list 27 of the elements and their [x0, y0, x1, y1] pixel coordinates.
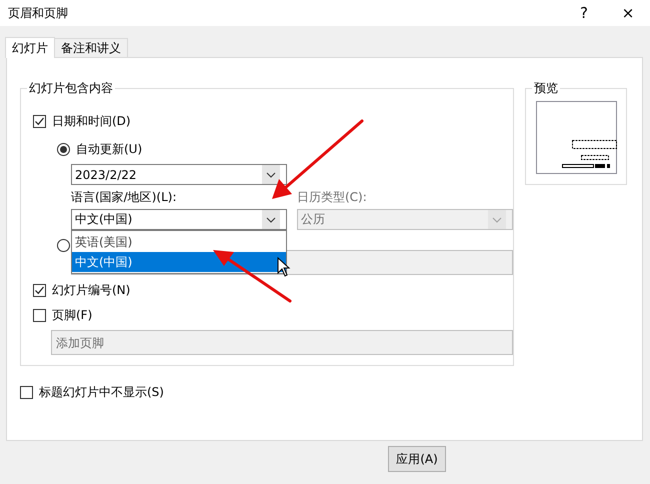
close-button[interactable]: × — [606, 4, 650, 22]
checkbox[interactable] — [20, 386, 33, 398]
window-title: 页眉和页脚 — [8, 4, 69, 22]
group-title: 预览 — [533, 80, 559, 97]
apply-button[interactable]: 应用(A) — [388, 446, 446, 472]
chevron-icon — [262, 165, 280, 184]
chevron-icon — [262, 210, 280, 229]
radio-label: 自动更新(U) — [76, 140, 142, 158]
tab[interactable]: 幻灯片 — [5, 37, 55, 58]
help-button[interactable]: ? — [562, 4, 606, 22]
checkbox[interactable] — [33, 308, 46, 322]
checkbox[interactable] — [33, 284, 46, 296]
dropdown-option[interactable]: 英语(美国) — [72, 232, 286, 252]
checkbox-label: 标题幻灯片中不显示(S) — [39, 384, 164, 400]
checkbox[interactable] — [33, 114, 46, 128]
checkbox-label: 幻灯片编号(N) — [52, 282, 130, 298]
field-label: 日历类型(C): — [297, 189, 368, 206]
field-label: 语言(国家/地区)(L): — [71, 189, 178, 206]
dropdown-option[interactable]: 中文(中国) — [72, 252, 286, 272]
radio-button[interactable] — [57, 142, 70, 156]
chevron-icon — [488, 210, 506, 229]
tab[interactable]: 备注和讲义 — [54, 38, 128, 57]
language-dropdown[interactable]: 中文(中国) — [71, 209, 287, 230]
group-title: 幻灯片包含内容 — [28, 80, 114, 97]
checkbox-label: 日期和时间(D) — [52, 112, 131, 130]
checkbox-label: 页脚(F) — [52, 306, 92, 324]
date-dropdown[interactable]: 2023/2/22 — [71, 164, 287, 185]
